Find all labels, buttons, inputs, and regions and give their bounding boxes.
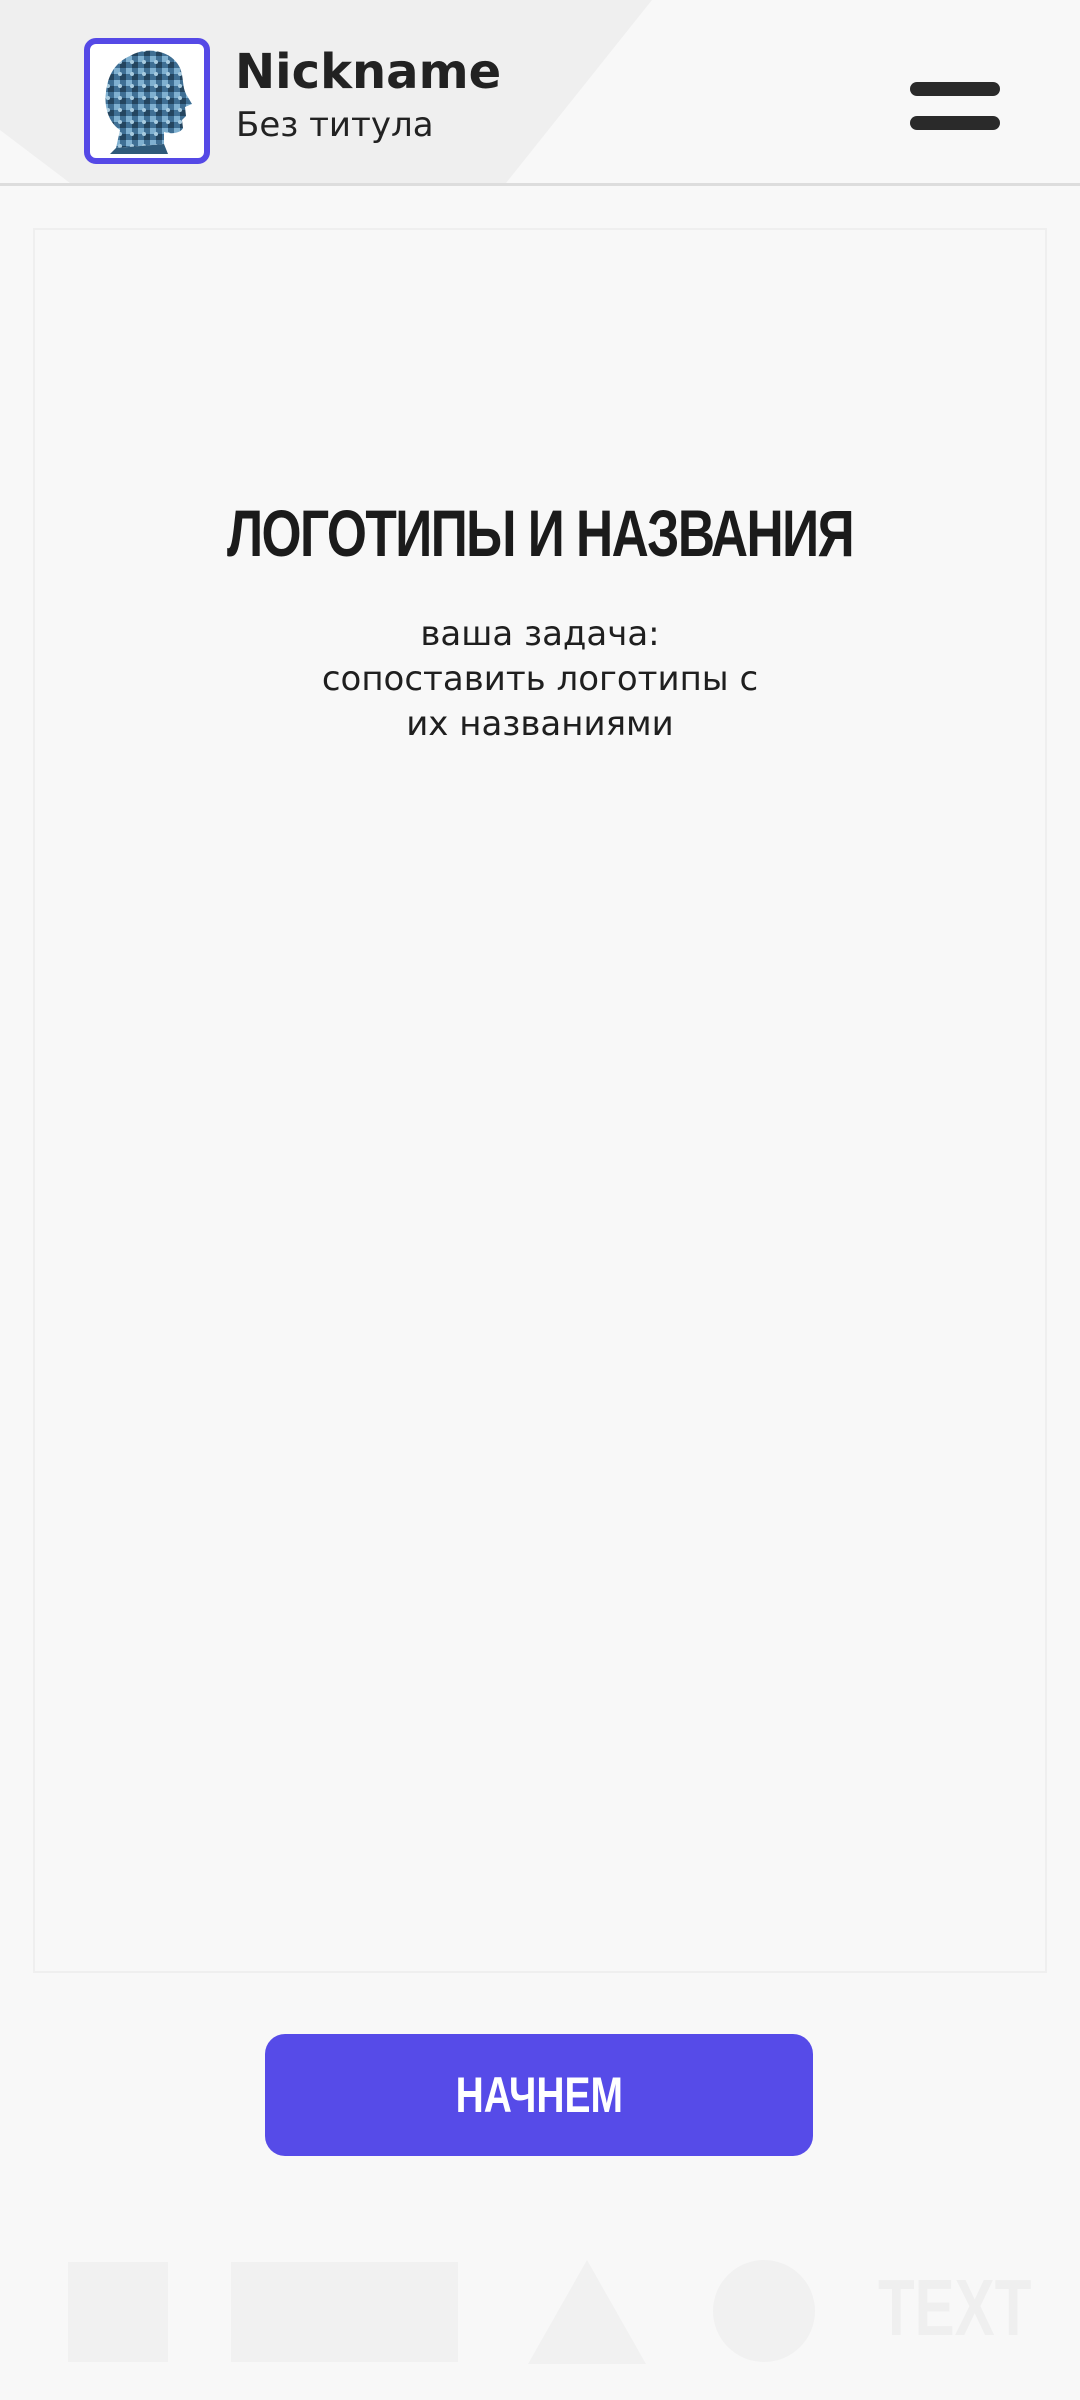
user-title: Без титула <box>236 105 434 145</box>
game-title: ЛОГОТИПЫ И НАЗВАНИЯ <box>226 496 855 570</box>
start-button[interactable]: НАЧНЕМ <box>265 2034 813 2156</box>
start-button-label: НАЧНЕМ <box>455 2067 623 2123</box>
decor-square-shape <box>68 2262 168 2362</box>
decor-triangle-shape <box>528 2260 646 2364</box>
user-nickname: Nickname <box>235 44 502 100</box>
menu-line <box>910 116 1000 130</box>
user-avatar[interactable] <box>84 38 210 164</box>
description-line: ваша задача: <box>420 614 660 654</box>
decor-text: TEXT <box>878 2263 1032 2352</box>
hamburger-menu-icon[interactable] <box>906 76 1002 136</box>
menu-line <box>910 82 1000 96</box>
game-description: ваша задача: сопоставить логотипы с их н… <box>0 612 1080 747</box>
decor-rectangle-shape <box>231 2262 458 2362</box>
decor-circle-shape <box>713 2260 815 2362</box>
description-line: их названиями <box>406 704 674 744</box>
description-line: сопоставить логотипы с <box>321 659 759 699</box>
game-intro-card <box>33 228 1047 1973</box>
puzzle-head-avatar-icon <box>105 50 192 154</box>
app-header: Nickname Без титула <box>0 0 1080 186</box>
